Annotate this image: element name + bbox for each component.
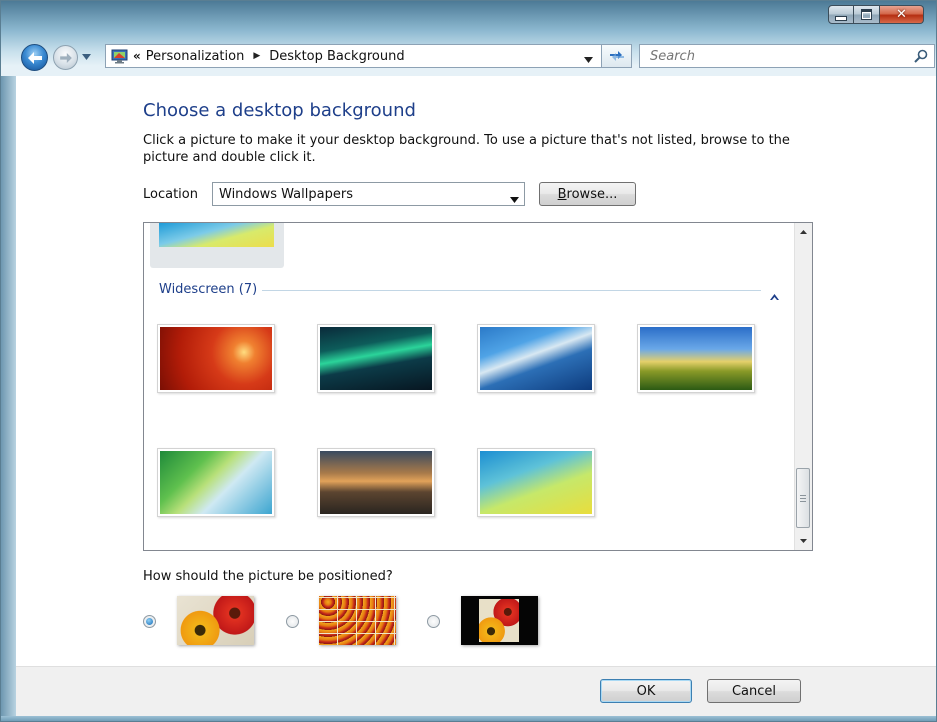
lake-image-icon [320,451,432,514]
breadcrumb-personalization[interactable]: Personalization [146,49,245,64]
wallpaper-gallery[interactable]: Widescreen (7) [143,222,813,551]
page-description: Click a picture to make it your desktop … [143,133,790,165]
cancel-button[interactable]: Cancel [707,679,801,703]
grip-icon [800,494,806,502]
browse-label: Browse... [557,186,618,202]
address-bar[interactable]: « Personalization ▶ Desktop Background [105,44,602,68]
refresh-icon [609,51,624,61]
position-center-preview[interactable] [461,596,538,645]
search-icon[interactable] [914,49,928,67]
window-frame-left [1,76,16,716]
navigation-bar: « Personalization ▶ Desktop Background [1,39,936,75]
group-header-widescreen[interactable]: Widescreen (7) [159,282,257,297]
breadcrumb-separator-icon[interactable]: ▶ [253,51,260,61]
hills-image-icon [640,327,752,390]
content-area: Choose a desktop background Click a pict… [16,76,936,666]
wallpaper-thumbnail[interactable] [317,324,435,393]
collapse-group-button[interactable] [770,285,779,304]
window-frame-bottom [1,716,936,721]
wallpaper-thumbnail[interactable] [477,324,595,393]
ok-button[interactable]: OK [600,679,692,703]
refresh-button[interactable] [602,44,632,68]
forward-button[interactable] [53,45,78,70]
location-label: Location [143,187,198,202]
fish-image-icon [480,327,592,390]
chevron-down-icon [510,192,519,207]
wallpaper-thumbnail[interactable] [477,448,595,517]
desktop-background-window: ✕ « Personalization ▶ Desktop Background… [0,0,937,722]
center-preview-image [479,599,519,642]
chevron-down-icon [81,54,91,60]
minimize-icon [835,15,847,21]
aurora-image-icon [320,327,432,390]
wallpaper-thumbnail[interactable] [157,324,275,393]
page-title: Choose a desktop background [143,100,416,121]
selected-wallpaper-tile[interactable] [150,223,284,268]
flower-image-icon [160,327,272,390]
back-button[interactable] [21,44,48,71]
gallery-scrollbar[interactable] [794,223,812,550]
breadcrumb-overflow[interactable]: « [133,49,141,63]
search-box[interactable] [639,44,935,68]
recent-pages-dropdown[interactable] [81,51,91,63]
browse-button[interactable]: Browse... [539,182,636,206]
close-button[interactable]: ✕ [880,5,924,24]
control-panel-icon [111,49,128,64]
position-fit-preview[interactable] [177,596,254,645]
caption-buttons: ✕ [828,5,924,24]
scroll-down-button[interactable] [795,532,812,549]
location-dropdown[interactable]: Windows Wallpapers [212,182,525,206]
forward-arrow-icon [59,52,72,63]
button-bar: OK Cancel [16,666,936,717]
scroll-up-button[interactable] [795,223,812,240]
position-tile-radio[interactable] [286,615,299,628]
wallpaper-thumbnail[interactable] [317,448,435,517]
palm-image-icon [160,451,272,514]
selected-wallpaper-thumbnail [159,223,274,247]
minimize-button[interactable] [828,5,854,24]
scroll-down-icon [800,538,807,543]
close-icon: ✕ [896,7,907,22]
position-question: How should the picture be positioned? [143,569,393,584]
breadcrumb-desktop-background[interactable]: Desktop Background [269,49,404,64]
wallpaper-thumbnail[interactable] [157,448,275,517]
position-fit-radio[interactable] [143,615,156,628]
address-dropdown-icon[interactable] [584,52,593,67]
maximize-button[interactable] [854,5,880,24]
position-center-radio[interactable] [427,615,440,628]
scroll-up-icon [800,229,807,234]
search-input[interactable] [648,47,902,65]
location-value: Windows Wallpapers [219,186,353,202]
aurora-green-image-icon [480,451,592,514]
chevron-up-icon [770,294,779,300]
position-tile-preview[interactable] [319,596,396,645]
maximize-icon [861,9,872,20]
back-arrow-icon [27,51,42,64]
scroll-thumb[interactable] [796,468,810,528]
group-divider [262,290,761,291]
wallpaper-thumbnail[interactable] [637,324,755,393]
